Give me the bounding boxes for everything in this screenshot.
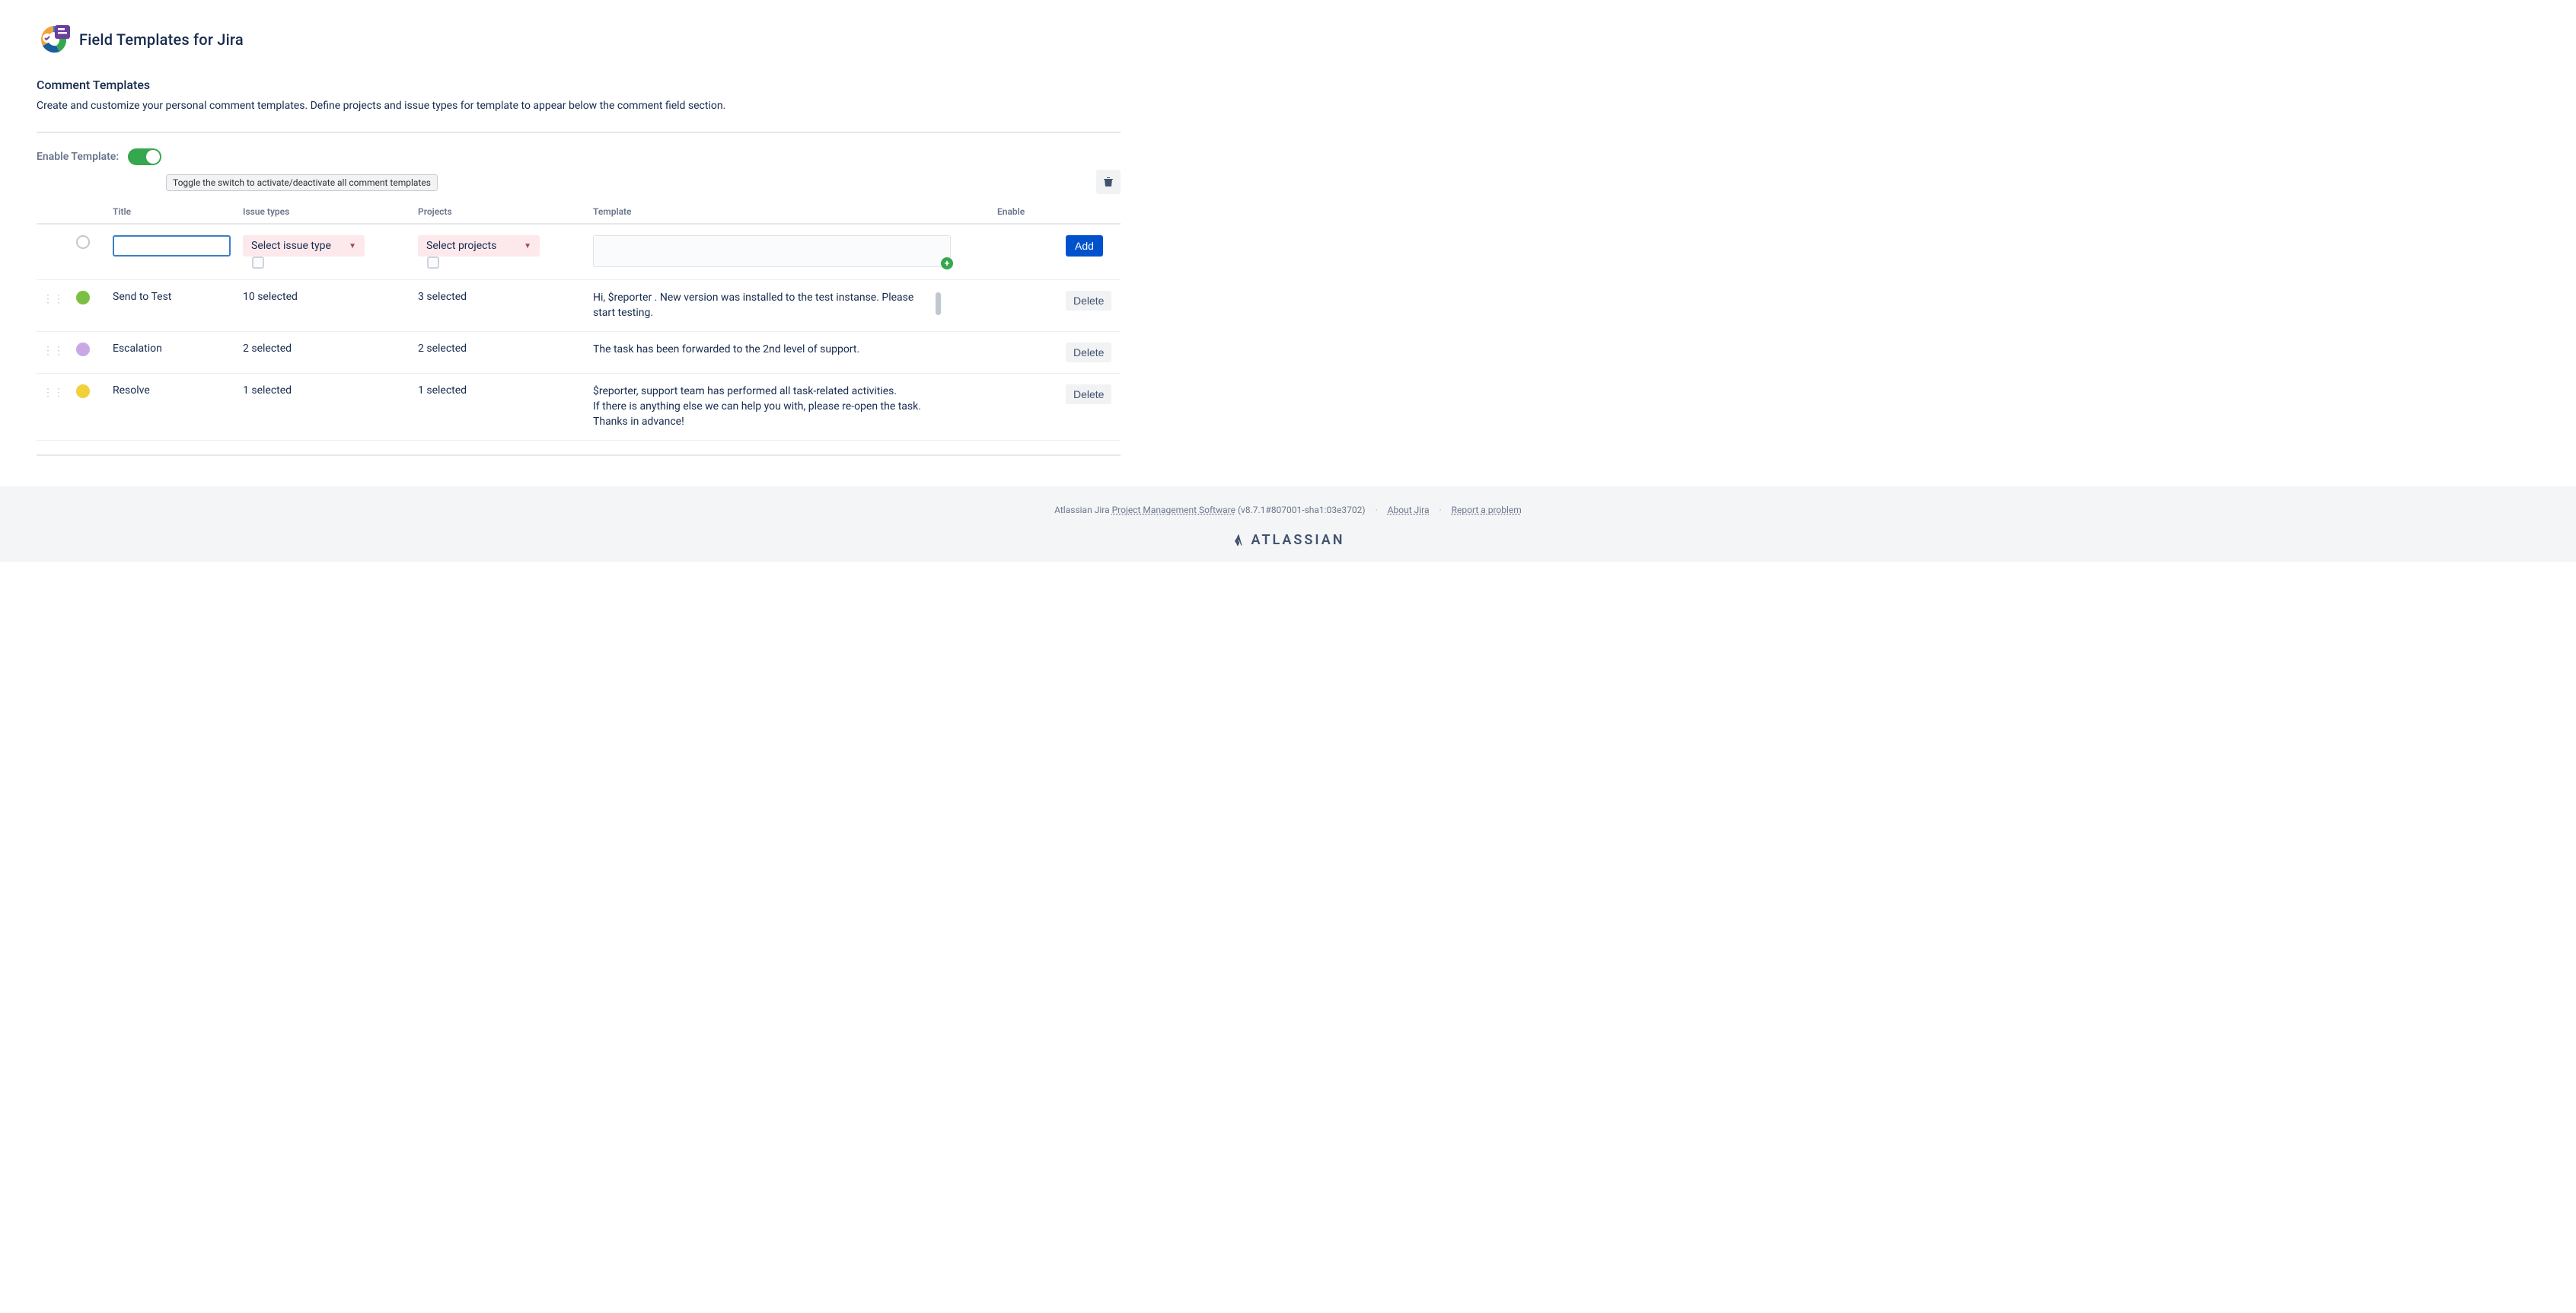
projects-placeholder: Select projects — [426, 240, 496, 252]
enable-template-label: Enable Template: — [37, 151, 119, 163]
row-title: Send to Test — [107, 280, 237, 332]
footer-prefix: Atlassian Jira — [1054, 505, 1111, 515]
projects-all-checkbox[interactable] — [427, 257, 439, 269]
issue-type-select[interactable]: Select issue type ▼ — [243, 235, 365, 257]
add-button[interactable]: Add — [1066, 235, 1103, 257]
atlassian-logo: ATLASSIAN — [0, 532, 2576, 548]
scrollbar-thumb[interactable] — [936, 292, 941, 315]
row-projects: 1 selected — [412, 374, 587, 441]
footer-version: (v8.7.1#807001-sha1:03e3702) — [1235, 505, 1366, 515]
section-description: Create and customize your personal comme… — [37, 100, 1121, 112]
atlassian-brand-text: ATLASSIAN — [1251, 532, 1345, 548]
col-header-issue-types: Issue types — [237, 199, 412, 224]
chevron-down-icon: ▼ — [524, 242, 531, 250]
trash-icon — [1102, 176, 1114, 188]
row-projects: 3 selected — [412, 280, 587, 332]
col-header-enable: Enable — [991, 199, 1060, 224]
app-title: Field Templates for Jira — [79, 30, 244, 49]
color-swatch[interactable] — [76, 291, 90, 304]
footer-separator: · — [1376, 505, 1378, 515]
row-projects: 2 selected — [412, 332, 587, 374]
row-title: Resolve — [107, 374, 237, 441]
template-body-input[interactable] — [593, 235, 951, 267]
table-row: ⋮⋮ Send to Test10 selected3 selectedHi, $… — [37, 280, 1121, 332]
issue-type-placeholder: Select issue type — [251, 240, 331, 252]
footer-separator: · — [1439, 505, 1442, 515]
title-input[interactable] — [113, 235, 231, 257]
enable-template-toggle[interactable] — [128, 148, 161, 165]
col-header-title: Title — [107, 199, 237, 224]
drag-handle-icon[interactable]: ⋮⋮ — [43, 384, 64, 399]
add-variable-icon[interactable]: + — [941, 257, 953, 269]
page-footer: Atlassian Jira Project Management Softwa… — [0, 486, 2576, 562]
color-swatch[interactable] — [76, 343, 90, 356]
row-issue-types: 1 selected — [237, 374, 412, 441]
divider — [37, 454, 1121, 456]
delete-all-button[interactable] — [1096, 170, 1121, 194]
enable-tooltip: Toggle the switch to activate/deactivate… — [166, 174, 438, 191]
divider — [37, 132, 1121, 133]
row-template-text: The task has been forwarded to the 2nd l… — [593, 343, 859, 358]
footer-link-about[interactable]: About Jira — [1388, 505, 1430, 515]
col-header-projects: Projects — [412, 199, 587, 224]
templates-table: Title Issue types Projects Template Enab… — [37, 199, 1121, 441]
chevron-down-icon: ▼ — [349, 242, 356, 250]
color-swatch[interactable] — [76, 384, 90, 398]
row-issue-types: 10 selected — [237, 280, 412, 332]
drag-handle-icon[interactable]: ⋮⋮ — [43, 291, 64, 305]
section-title: Comment Templates — [37, 78, 1121, 92]
table-row: ⋮⋮Resolve1 selected1 selected$reporter, … — [37, 374, 1121, 441]
color-picker[interactable] — [76, 235, 90, 249]
app-logo-icon — [37, 23, 70, 56]
table-row: ⋮⋮Escalation2 selected2 selectedThe task… — [37, 332, 1121, 374]
col-header-template: Template — [587, 199, 991, 224]
row-template-text: Hi, $reporter . New version was installe… — [593, 291, 928, 320]
new-template-row: Select issue type ▼ Select projects ▼ — [37, 224, 1121, 280]
projects-select[interactable]: Select projects ▼ — [418, 235, 540, 257]
drag-handle-icon[interactable]: ⋮⋮ — [43, 343, 64, 357]
app-header: Field Templates for Jira — [37, 23, 1121, 56]
footer-link-pms[interactable]: Project Management Software — [1112, 505, 1235, 515]
issue-type-all-checkbox[interactable] — [252, 257, 264, 269]
atlassian-icon — [1232, 534, 1245, 547]
row-template-text: $reporter, support team has performed al… — [593, 384, 921, 429]
footer-link-report[interactable]: Report a problem — [1452, 505, 1522, 515]
row-issue-types: 2 selected — [237, 332, 412, 374]
delete-button[interactable]: Delete — [1066, 384, 1111, 404]
delete-button[interactable]: Delete — [1066, 291, 1111, 311]
delete-button[interactable]: Delete — [1066, 343, 1111, 362]
row-title: Escalation — [107, 332, 237, 374]
